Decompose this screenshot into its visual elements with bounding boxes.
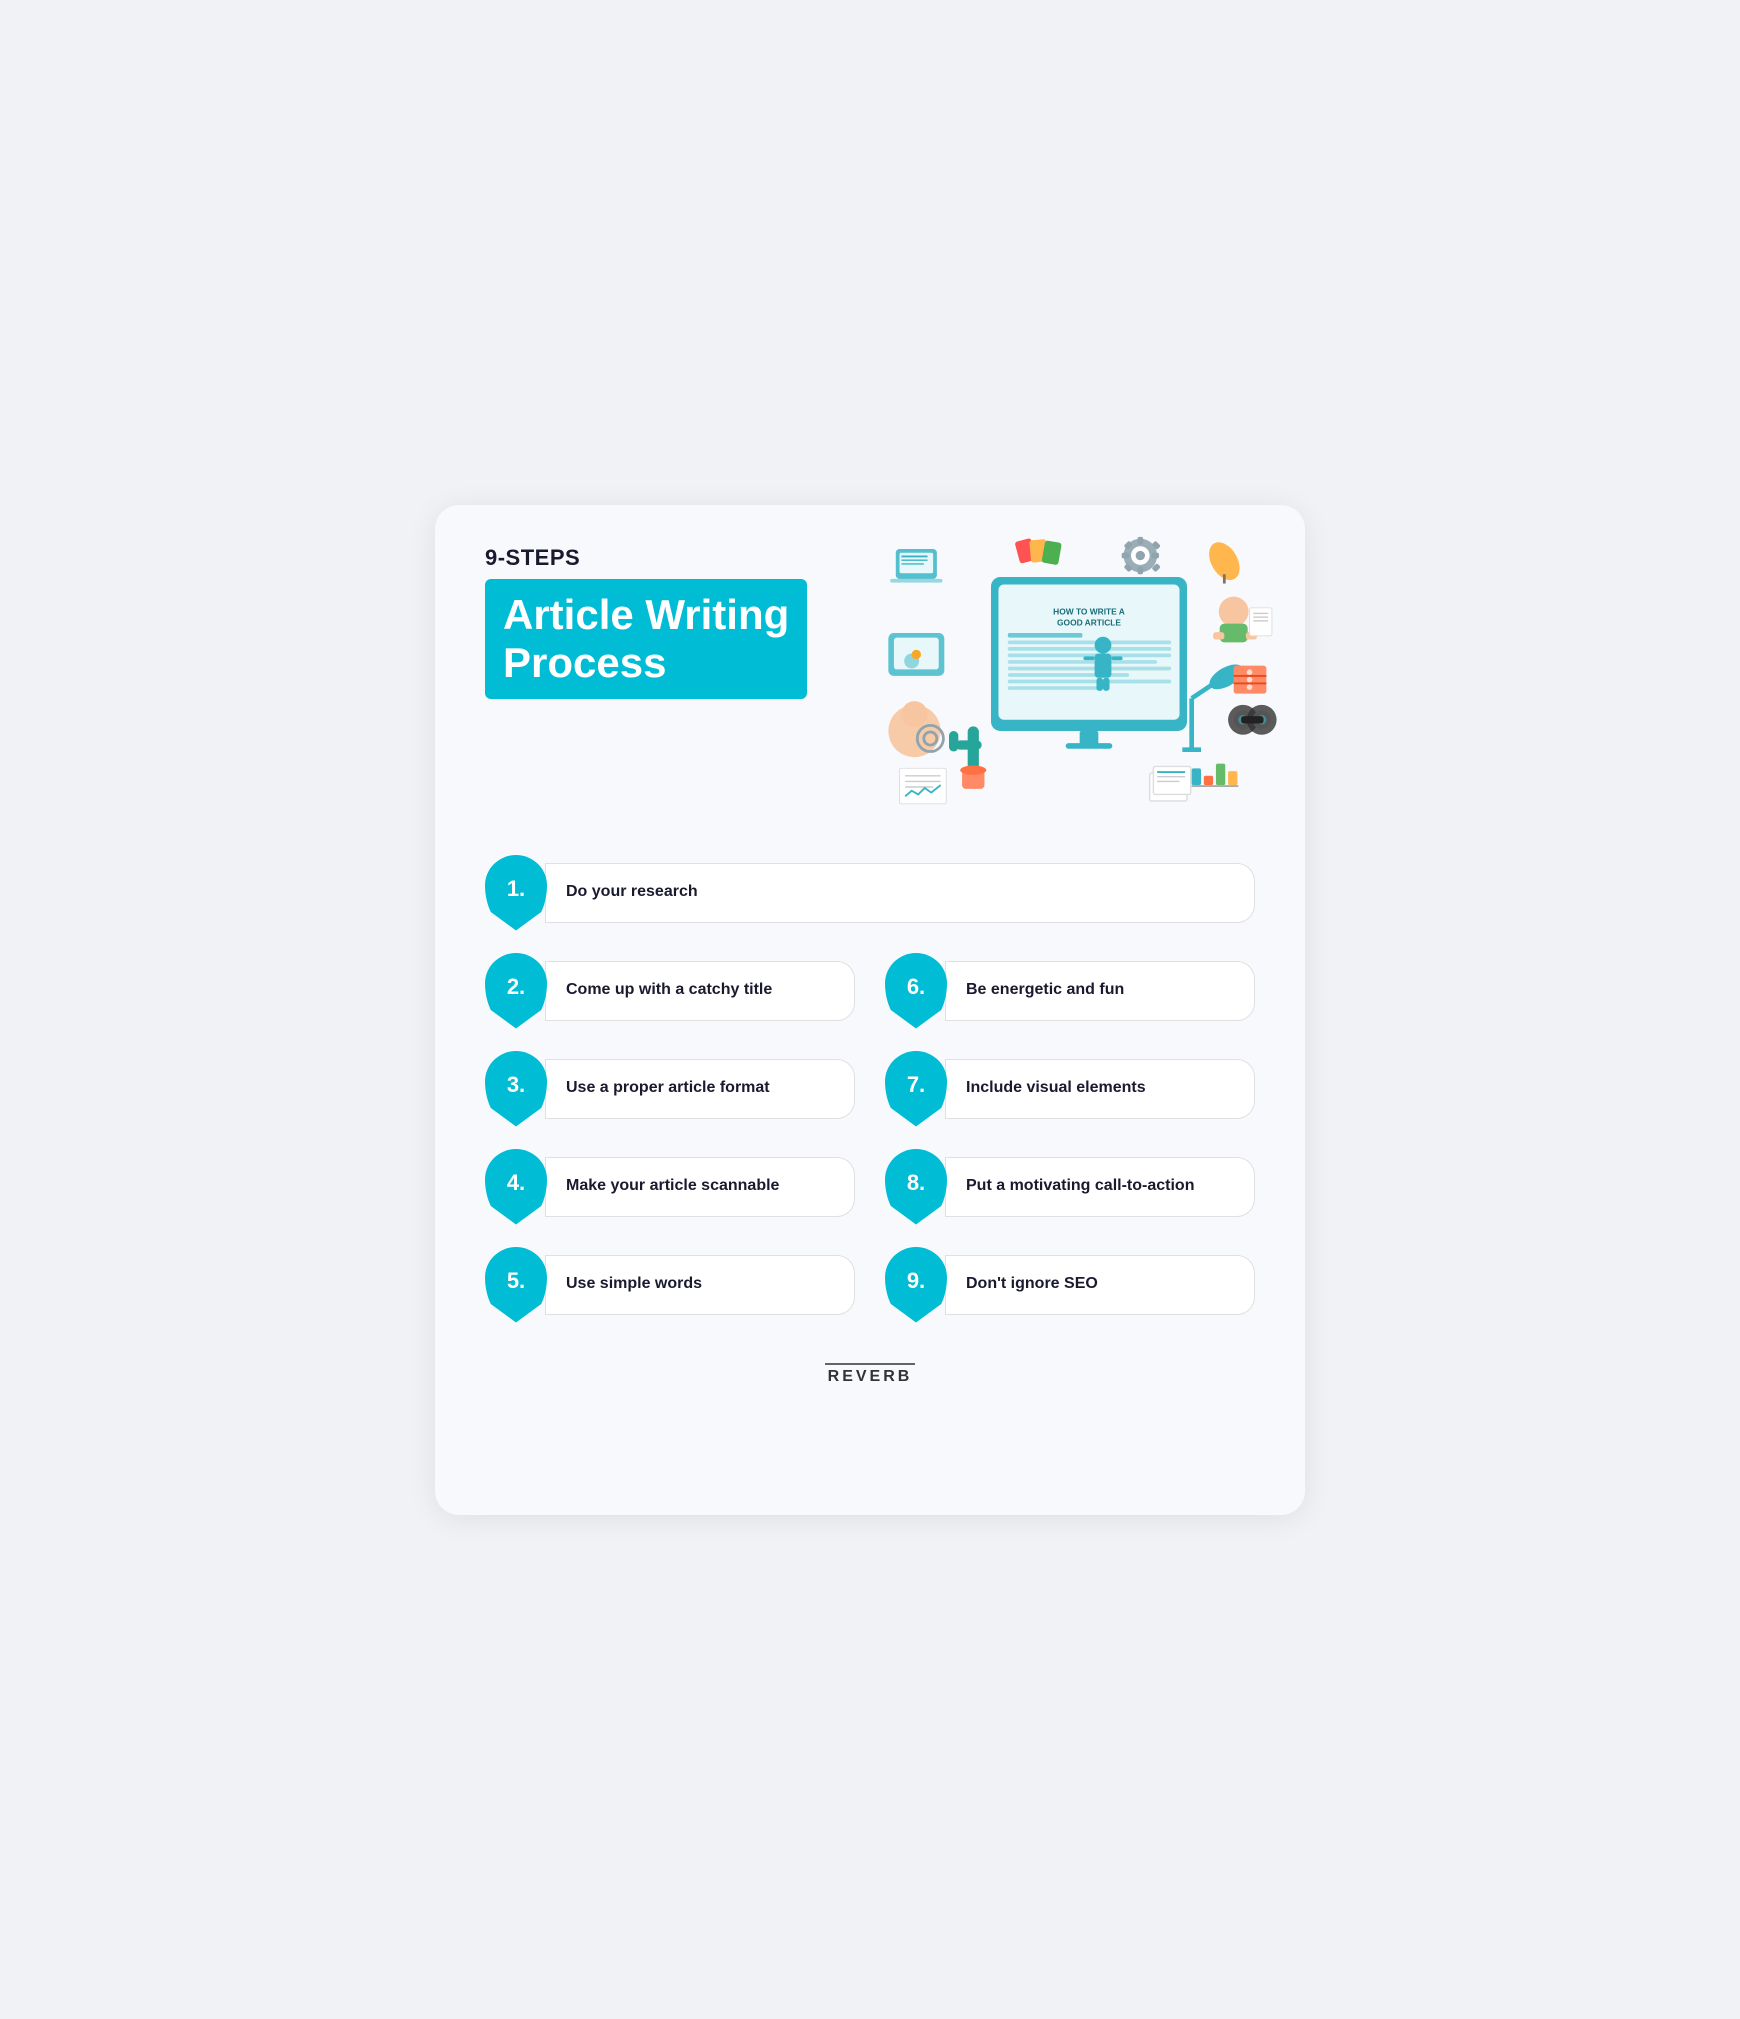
- step-label-7: Include visual elements: [966, 1078, 1146, 1099]
- step-number-8: 8.: [907, 1172, 925, 1194]
- step-item-1: 1. Do your research: [485, 855, 1255, 931]
- step-number-4: 4.: [507, 1172, 525, 1194]
- title-block: 9-STEPS Article Writing Process: [485, 545, 865, 700]
- step-bubble-8: 8.: [885, 1149, 947, 1225]
- step-item-2: 2. Come up with a catchy title: [485, 953, 855, 1029]
- step-bubble-9: 9.: [885, 1247, 947, 1323]
- steps-grid: 1. Do your research 2. Come up with a ca…: [485, 855, 1255, 1323]
- step-number-6: 6.: [907, 976, 925, 998]
- step-item-5: 5. Use simple words: [485, 1247, 855, 1323]
- step-label-8: Put a motivating call-to-action: [966, 1176, 1194, 1197]
- step-number-1: 1.: [507, 878, 525, 900]
- step-number-7: 7.: [907, 1074, 925, 1096]
- step-bubble-6: 6.: [885, 953, 947, 1029]
- header-section: 9-STEPS Article Writing Process: [485, 545, 1255, 825]
- step-label-box-4: Make your article scannable: [545, 1157, 855, 1217]
- step-bubble-3: 3.: [485, 1051, 547, 1127]
- main-card: 9-STEPS Article Writing Process: [435, 505, 1305, 1515]
- step-label-1: Do your research: [566, 882, 698, 903]
- step-number-9: 9.: [907, 1270, 925, 1292]
- brand-logo: REVERB: [825, 1359, 915, 1387]
- main-title-box: Article Writing Process: [485, 579, 807, 700]
- step-item-9: 9. Don't ignore SEO: [885, 1247, 1255, 1323]
- step-label-9: Don't ignore SEO: [966, 1274, 1098, 1295]
- step-label-box-5: Use simple words: [545, 1255, 855, 1315]
- step-number-2: 2.: [507, 976, 525, 998]
- svg-text:GOOD ARTICLE: GOOD ARTICLE: [1057, 617, 1121, 627]
- main-title: Article Writing Process: [503, 591, 789, 688]
- step-item-8: 8. Put a motivating call-to-action: [885, 1149, 1255, 1225]
- step-item-6: 6. Be energetic and fun: [885, 953, 1255, 1029]
- step-bubble-7: 7.: [885, 1051, 947, 1127]
- step-label-box-3: Use a proper article format: [545, 1059, 855, 1119]
- step-label-box-8: Put a motivating call-to-action: [945, 1157, 1255, 1217]
- svg-text:REVERB: REVERB: [828, 1368, 913, 1385]
- step-number-3: 3.: [507, 1074, 525, 1096]
- step-label-box-2: Come up with a catchy title: [545, 961, 855, 1021]
- step-label-box-9: Don't ignore SEO: [945, 1255, 1255, 1315]
- steps-label: 9-STEPS: [485, 545, 865, 571]
- step-label-5: Use simple words: [566, 1274, 702, 1295]
- step-number-5: 5.: [507, 1270, 525, 1292]
- step-label-2: Come up with a catchy title: [566, 980, 772, 1001]
- illustration: HOW TO WRITE A GOOD ARTICLE: [865, 525, 1285, 825]
- step-label-3: Use a proper article format: [566, 1078, 770, 1099]
- step-item-3: 3. Use a proper article format: [485, 1051, 855, 1127]
- step-bubble-4: 4.: [485, 1149, 547, 1225]
- step-label-box-1: Do your research: [545, 863, 1255, 923]
- step-bubble-2: 2.: [485, 953, 547, 1029]
- step-item-4: 4. Make your article scannable: [485, 1149, 855, 1225]
- brand-footer: REVERB: [485, 1359, 1255, 1392]
- step-label-box-7: Include visual elements: [945, 1059, 1255, 1119]
- step-bubble-1: 1.: [485, 855, 547, 931]
- illustration-svg: HOW TO WRITE A GOOD ARTICLE: [865, 535, 1285, 815]
- step-item-7: 7. Include visual elements: [885, 1051, 1255, 1127]
- step-label-4: Make your article scannable: [566, 1176, 779, 1197]
- step-label-box-6: Be energetic and fun: [945, 961, 1255, 1021]
- step-bubble-5: 5.: [485, 1247, 547, 1323]
- svg-text:HOW TO WRITE A: HOW TO WRITE A: [1053, 606, 1125, 616]
- step-label-6: Be energetic and fun: [966, 980, 1124, 1001]
